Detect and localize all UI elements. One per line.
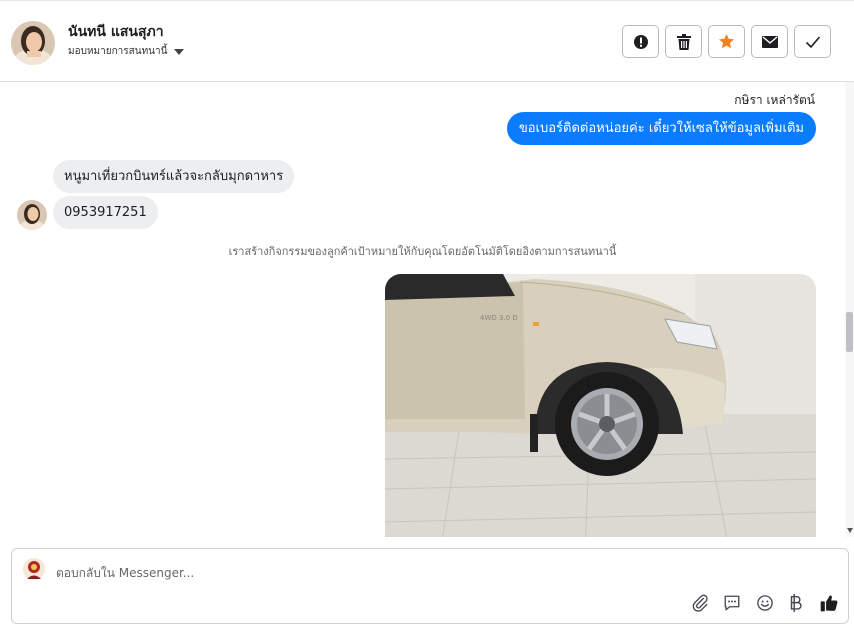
- assign-dropdown[interactable]: มอบหมายการสนทนานี้: [68, 44, 185, 59]
- assign-label: มอบหมายการสนทนานี้: [68, 46, 168, 57]
- attach-button[interactable]: [689, 592, 711, 614]
- mark-spam-button[interactable]: [622, 25, 659, 58]
- message-thread[interactable]: กษิรา เหล่ารัตน์ ขอเบอร์ติดต่อหน่อยค่ะ เ…: [0, 82, 845, 537]
- exclamation-circle-icon: [633, 34, 648, 49]
- mark-done-button[interactable]: [794, 25, 831, 58]
- envelope-icon: [761, 35, 778, 48]
- outgoing-sender-name: กษิรา เหล่ารัตน์: [734, 93, 815, 107]
- conversation-header: นันทนี แสนสุภา มอบหมายการสนทนานี้: [0, 0, 854, 82]
- saved-replies-button[interactable]: [721, 592, 743, 614]
- contact-avatar[interactable]: [11, 21, 55, 65]
- like-icon: [820, 595, 838, 612]
- car-photo-attachment[interactable]: 4WD 3.0 D: [385, 274, 816, 537]
- like-button[interactable]: [818, 592, 840, 614]
- mark-unread-button[interactable]: [751, 25, 788, 58]
- photo-badge-text: 4WD 3.0 D: [480, 314, 518, 322]
- caret-down-icon: [174, 48, 185, 55]
- payment-button[interactable]: [785, 592, 807, 614]
- delete-button[interactable]: [665, 25, 702, 58]
- page-avatar: [22, 557, 46, 581]
- reply-input[interactable]: ตอบกลับใน Messenger...: [56, 564, 194, 583]
- star-icon: [719, 34, 734, 49]
- scrollbar-thumb[interactable]: [846, 312, 853, 352]
- trash-icon: [676, 33, 691, 50]
- emoji-icon: [757, 595, 773, 611]
- contact-avatar-small: [17, 200, 47, 230]
- baht-icon: [790, 594, 802, 612]
- star-button[interactable]: [708, 25, 745, 58]
- checkmark-icon: [805, 35, 820, 48]
- incoming-message-bubble[interactable]: หนูมาเที่ยวกบินทร์แล้วจะกลับมุกดาหาร: [53, 160, 295, 193]
- incoming-message-bubble[interactable]: 0953917251: [53, 196, 158, 229]
- system-note: เราสร้างกิจกรรมของลูกค้าเป้าหมายให้กับคุ…: [228, 245, 617, 258]
- emoji-button[interactable]: [754, 592, 776, 614]
- thread-scrollbar[interactable]: [845, 82, 854, 537]
- attach-icon: [692, 594, 708, 612]
- contact-name[interactable]: นันทนี แสนสุภา: [68, 21, 164, 43]
- reply-composer[interactable]: ตอบกลับใน Messenger...: [11, 548, 849, 624]
- scroll-down-arrow-icon[interactable]: [847, 528, 853, 533]
- outgoing-message-bubble[interactable]: ขอเบอร์ติดต่อหน่อยค่ะ เดี๋ยวให้เซลให้ข้อ…: [506, 112, 816, 145]
- saved-replies-icon: [724, 595, 740, 611]
